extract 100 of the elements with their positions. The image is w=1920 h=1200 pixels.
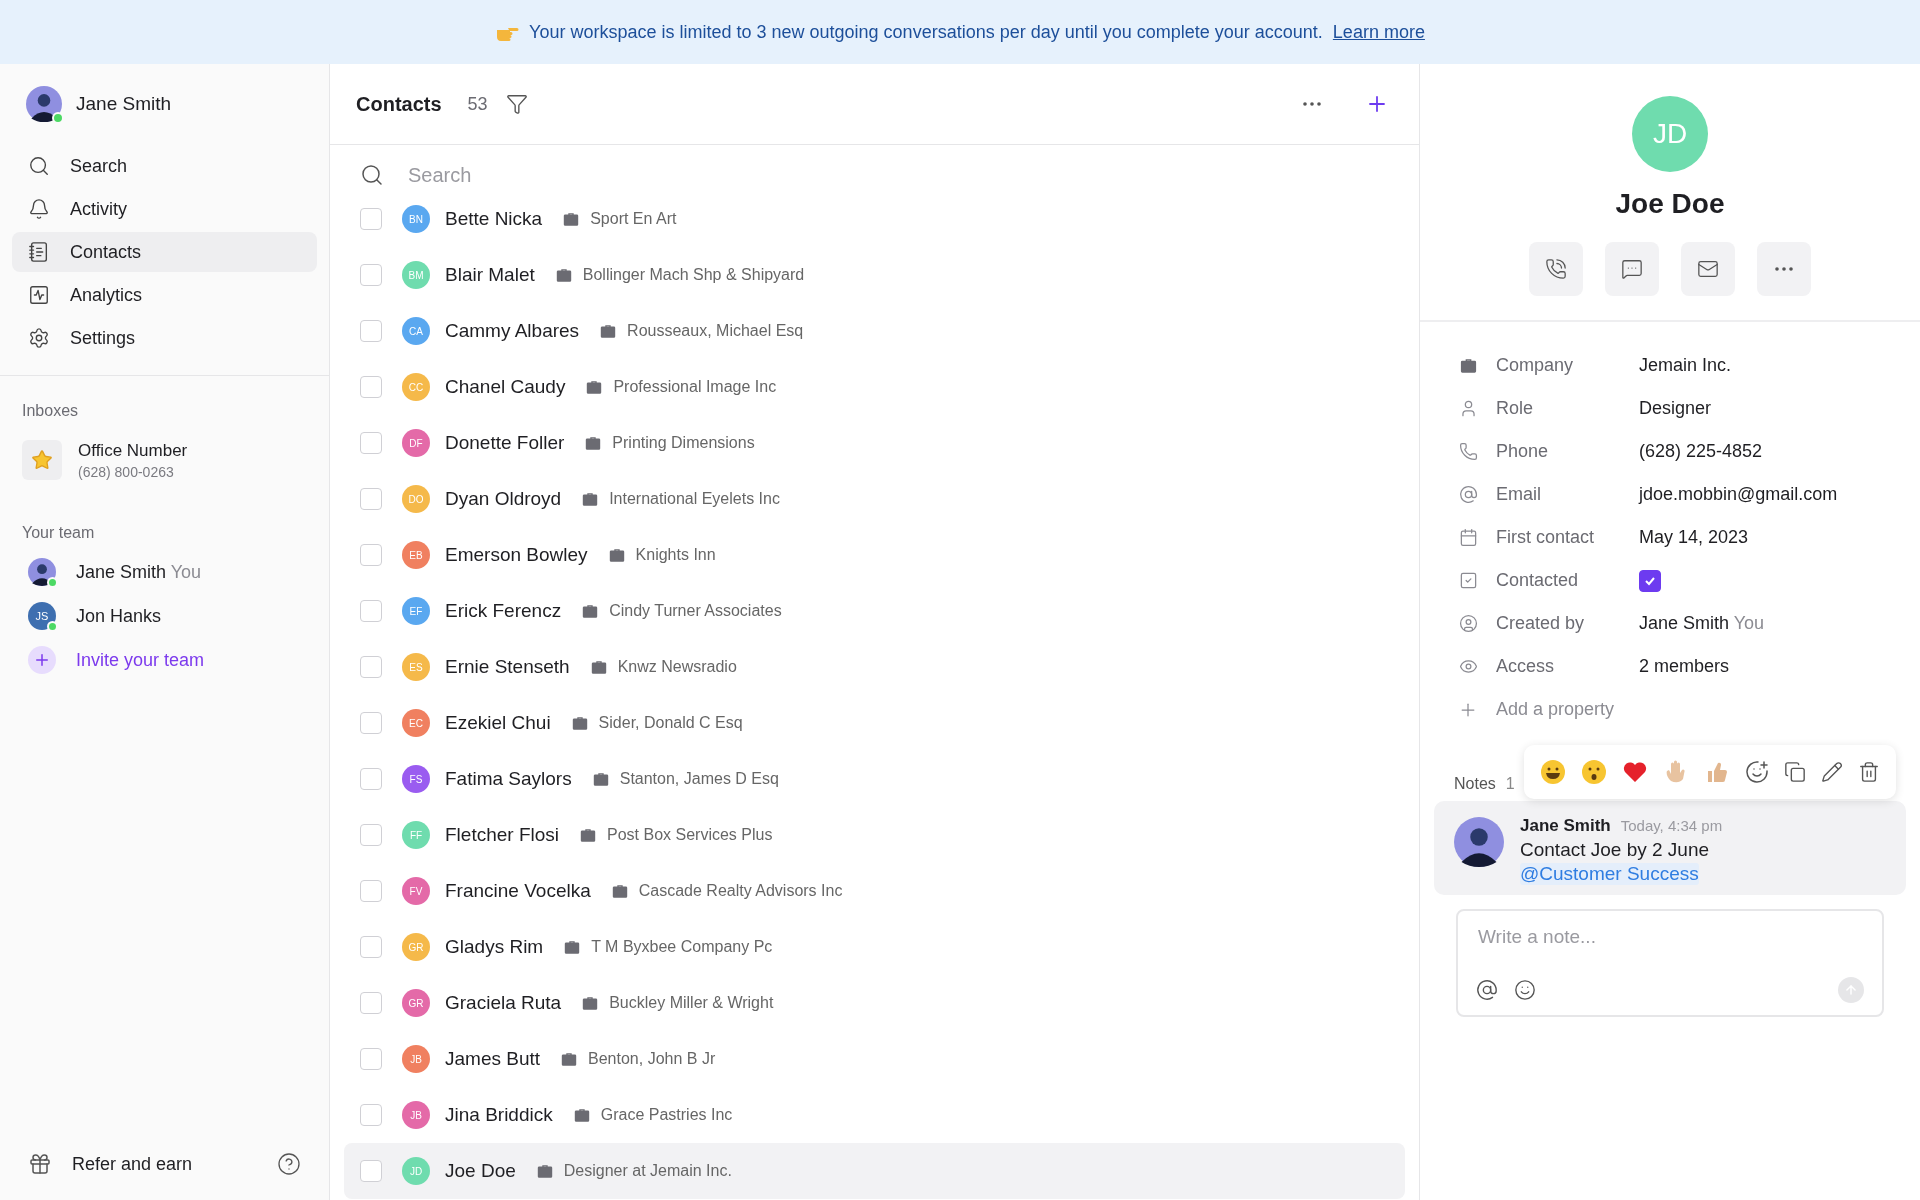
contact-row[interactable]: CA Cammy Albares Rousseaux, Michael Esq xyxy=(344,303,1405,359)
delete-icon[interactable] xyxy=(1858,761,1881,783)
search-field[interactable]: Search xyxy=(406,162,1389,188)
search-icon xyxy=(360,163,384,187)
contact-avatar: CC xyxy=(402,373,430,401)
contact-row[interactable]: GR Graciela Ruta Buckley Miller & Wright xyxy=(344,975,1405,1031)
call-button[interactable] xyxy=(1529,242,1583,296)
arrow-up-icon xyxy=(1844,982,1858,998)
briefcase-icon xyxy=(607,546,626,564)
nav-item[interactable]: Search xyxy=(12,146,317,186)
help-icon[interactable] xyxy=(277,1152,301,1176)
phone-icon xyxy=(1545,258,1567,280)
contact-name: Fletcher Flosi xyxy=(445,824,560,846)
notes-count: 1 xyxy=(1505,775,1515,793)
contact-row[interactable]: ES Ernie Stenseth Knwz Newsradio xyxy=(344,639,1405,695)
briefcase-icon xyxy=(581,490,600,508)
contact-avatar: BM xyxy=(402,261,430,289)
add-reaction-icon[interactable] xyxy=(1745,760,1770,784)
nav-item[interactable]: Settings xyxy=(12,318,317,358)
refer-link[interactable]: Refer and earn xyxy=(72,1153,257,1175)
property-label: Created by xyxy=(1496,613,1586,634)
briefcase-icon xyxy=(535,1162,554,1180)
contact-row[interactable]: DF Donette Foller Printing Dimensions xyxy=(344,415,1405,471)
contact-name: Blair Malet xyxy=(445,264,535,286)
contact-company: Bollinger Mach Shp & Shipyard xyxy=(582,266,805,284)
contact-row[interactable]: EB Emerson Bowley Knights Inn xyxy=(344,527,1405,583)
more-icon xyxy=(1775,267,1793,271)
briefcase-icon xyxy=(610,882,629,900)
message-button[interactable] xyxy=(1605,242,1659,296)
contact-row[interactable]: GR Gladys Rim T M Byxbee Company Pc xyxy=(344,919,1405,975)
contact-row[interactable]: JB James Butt Benton, John B Jr xyxy=(344,1031,1405,1087)
contact-name: Emerson Bowley xyxy=(445,544,588,566)
copy-icon[interactable] xyxy=(1784,761,1807,783)
member-name[interactable]: Jane Smith You xyxy=(76,561,202,583)
envelope-icon xyxy=(1697,258,1719,280)
contact-avatar: CA xyxy=(402,317,430,345)
surprised-face-icon[interactable] xyxy=(1580,759,1607,785)
heart-icon[interactable] xyxy=(1621,759,1648,785)
contact-row[interactable]: JB Jina Briddick Grace Pastries Inc xyxy=(344,1087,1405,1143)
email-button[interactable] xyxy=(1681,242,1735,296)
banner-text: Your workspace is limited to 3 new outgoing conversations per day until you complete your account. xyxy=(529,21,1323,43)
inbox-name[interactable]: Office Number xyxy=(78,440,188,461)
member-name[interactable]: Jon Hanks xyxy=(76,605,162,627)
briefcase-icon xyxy=(584,434,603,452)
nav-item[interactable]: Activity xyxy=(12,189,317,229)
contact-name: Ernie Stenseth xyxy=(445,656,570,678)
plus-icon[interactable] xyxy=(28,646,56,674)
contact-avatar: FV xyxy=(402,877,430,905)
user-avatar-icon xyxy=(26,86,62,122)
property-label: Email xyxy=(1496,484,1542,505)
property-label: Company xyxy=(1496,355,1575,376)
property-value: Designer xyxy=(1639,398,1712,419)
property-label: First contact xyxy=(1496,527,1596,548)
checkbox[interactable] xyxy=(1639,569,1661,592)
contact-avatar: EF xyxy=(402,597,430,625)
contact-row[interactable]: FF Fletcher Flosi Post Box Services Plus xyxy=(344,807,1405,863)
note-input-field[interactable]: Write a note... xyxy=(1476,925,1864,949)
contact-row[interactable]: EC Ezekiel Chui Sider, Donald C Esq xyxy=(344,695,1405,751)
inbox-icon[interactable] xyxy=(22,440,62,480)
mention-link[interactable]: @Customer Success xyxy=(1520,863,1699,885)
contact-company: Cindy Turner Associates xyxy=(609,602,782,620)
contact-row[interactable]: FS Fatima Saylors Stanton, James D Esq xyxy=(344,751,1405,807)
property-value: Jemain Inc. xyxy=(1639,355,1732,376)
contact-avatar: FF xyxy=(402,821,430,849)
contact-name: Jina Briddick xyxy=(445,1104,553,1126)
contact-avatar: GR xyxy=(402,933,430,961)
contact-avatar: BN xyxy=(402,205,430,233)
nav-item[interactable]: Analytics xyxy=(12,275,317,315)
briefcase-icon xyxy=(581,994,600,1012)
contact-name: Graciela Ruta xyxy=(445,992,562,1014)
invite-team-link[interactable]: Invite your team xyxy=(76,649,205,671)
more-icon xyxy=(1303,102,1321,106)
contact-avatar: EB xyxy=(402,541,430,569)
learn-more-link[interactable]: Learn more xyxy=(1332,21,1425,43)
contact-row[interactable]: JD Joe Doe Designer at Jemain Inc. xyxy=(344,1143,1405,1199)
grinning-face-icon[interactable] xyxy=(1539,759,1566,785)
add-property-link[interactable]: Add a property xyxy=(1496,699,1615,720)
send-button[interactable] xyxy=(1838,977,1864,1003)
eye-icon xyxy=(1458,657,1478,676)
nav-item[interactable]: Contacts xyxy=(12,232,317,272)
emoji-icon[interactable] xyxy=(1514,979,1536,1001)
note-author: Jane Smith xyxy=(1520,817,1611,835)
contact-row[interactable]: DO Dyan Oldroyd International Eyelets Inc xyxy=(344,471,1405,527)
contact-name: Fatima Saylors xyxy=(445,768,572,790)
chat-bubble-icon xyxy=(1621,258,1643,280)
contact-company: Benton, John B Jr xyxy=(588,1050,716,1068)
property-value: 2 members xyxy=(1639,656,1730,677)
contact-row[interactable]: EF Erick Ferencz Cindy Turner Associates xyxy=(344,583,1405,639)
contact-row[interactable]: BN Bette Nicka Sport En Art xyxy=(344,205,1405,247)
contact-row[interactable]: FV Francine Vocelka Cascade Realty Advisors Inc xyxy=(344,863,1405,919)
briefcase-icon xyxy=(585,378,604,396)
search-icon xyxy=(28,155,50,177)
contact-company: Stanton, James D Esq xyxy=(619,770,779,788)
mention-icon[interactable] xyxy=(1476,979,1498,1001)
edit-icon[interactable] xyxy=(1821,761,1844,783)
briefcase-icon xyxy=(572,1106,591,1124)
phone-icon xyxy=(1458,442,1478,461)
contact-row[interactable]: BM Blair Malet Bollinger Mach Shp & Shipyard xyxy=(344,247,1405,303)
contact-row[interactable]: CC Chanel Caudy Professional Image Inc xyxy=(344,359,1405,415)
property-label: Contacted xyxy=(1496,570,1580,591)
